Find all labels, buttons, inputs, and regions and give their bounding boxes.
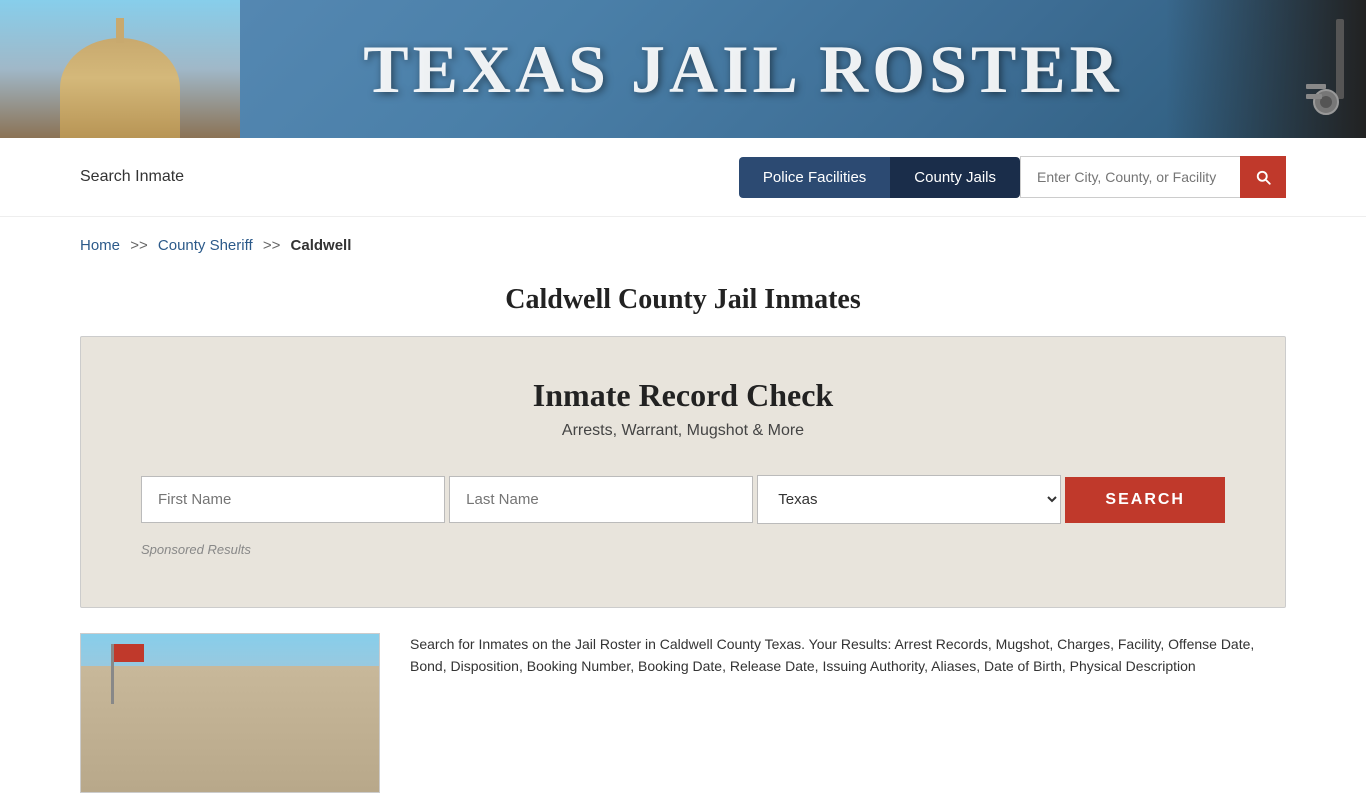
breadcrumb-sep1: >>: [130, 237, 148, 254]
search-submit-button[interactable]: SEARCH: [1065, 477, 1225, 523]
inmate-record-check-title: Inmate Record Check: [141, 377, 1225, 414]
inmate-search-container: Inmate Record Check Arrests, Warrant, Mu…: [80, 336, 1286, 608]
page-title: Caldwell County Jail Inmates: [0, 284, 1366, 316]
police-facilities-button[interactable]: Police Facilities: [739, 157, 890, 198]
nav-buttons: Police Facilities County Jails: [739, 156, 1286, 198]
inmate-record-check-subtitle: Arrests, Warrant, Mugshot & More: [141, 422, 1225, 440]
breadcrumb-home[interactable]: Home: [80, 237, 120, 254]
breadcrumb: Home >> County Sheriff >> Caldwell: [0, 217, 1366, 274]
facility-search-button[interactable]: [1240, 156, 1286, 198]
bottom-description: Search for Inmates on the Jail Roster in…: [410, 633, 1286, 678]
breadcrumb-current: Caldwell: [291, 237, 352, 254]
flag: [114, 644, 144, 662]
building-shape: [81, 666, 379, 792]
search-fields: AlabamaAlaskaArizonaArkansasCaliforniaCo…: [141, 475, 1225, 524]
sponsored-results-label: Sponsored Results: [141, 542, 1225, 557]
banner-image-left: [0, 0, 240, 138]
search-inmate-label: Search Inmate: [80, 168, 184, 186]
site-title: Texas Jail Roster: [363, 30, 1123, 109]
banner-image-right: [1166, 0, 1366, 138]
facility-search-input[interactable]: [1020, 156, 1240, 198]
first-name-input[interactable]: [141, 476, 445, 523]
capitol-dome: [60, 38, 180, 138]
state-select[interactable]: AlabamaAlaskaArizonaArkansasCaliforniaCo…: [757, 475, 1061, 524]
bottom-section: Search for Inmates on the Jail Roster in…: [80, 633, 1286, 793]
header-banner: Texas Jail Roster: [0, 0, 1366, 138]
facility-image: [80, 633, 380, 793]
nav-bar: Search Inmate Police Facilities County J…: [0, 138, 1366, 217]
county-jails-button[interactable]: County Jails: [890, 157, 1020, 198]
keys-icon: [1276, 14, 1366, 124]
search-icon: [1254, 168, 1272, 186]
breadcrumb-county-sheriff[interactable]: County Sheriff: [158, 237, 253, 254]
breadcrumb-sep2: >>: [263, 237, 281, 254]
last-name-input[interactable]: [449, 476, 753, 523]
